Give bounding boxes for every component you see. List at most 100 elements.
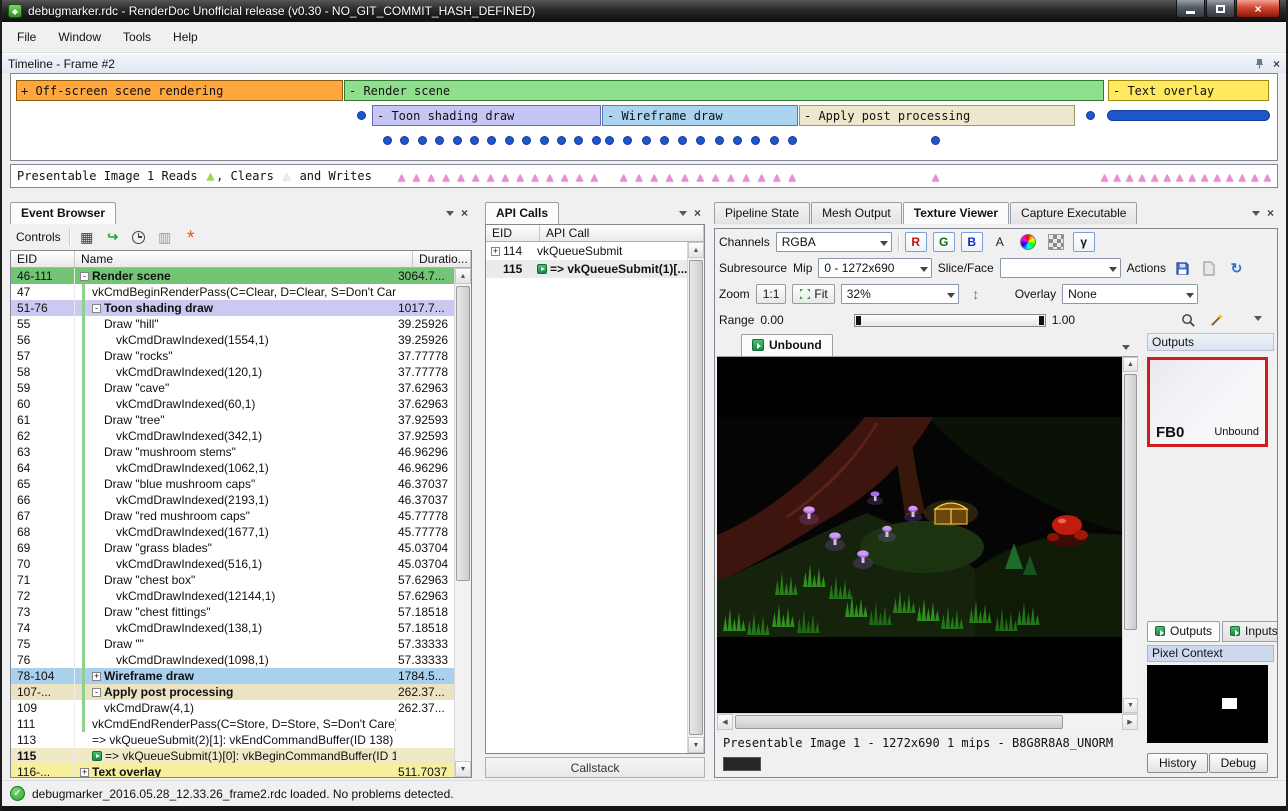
timeline-marker-block[interactable]: - Wireframe draw xyxy=(602,105,798,126)
texture-display[interactable]: ▲ ▼ xyxy=(717,357,1138,713)
menu-item[interactable]: Help xyxy=(162,25,209,49)
titlebar[interactable]: debugmarker.rdc - RenderDoc Unofficial r… xyxy=(2,0,1286,22)
event-row[interactable]: 78-104 + Wireframe draw 1784.5... xyxy=(11,668,454,684)
timeline-canvas[interactable]: + Off-screen scene rendering- Render sce… xyxy=(10,73,1278,161)
panel-tab[interactable]: Texture Viewer xyxy=(903,202,1009,224)
event-row[interactable]: 63 Draw "mushroom stems" 46.96296 xyxy=(11,444,454,460)
api-call-row[interactable]: 115 => vkQueueSubmit(1)[... xyxy=(486,260,687,278)
scroll-thumb[interactable] xyxy=(456,286,470,581)
event-row[interactable]: 66 vkCmdDrawIndexed(2193,1) 46.37037 xyxy=(11,492,454,508)
goto-eid-button[interactable]: ↪ xyxy=(104,228,122,246)
channel-red-button[interactable]: R xyxy=(905,232,927,252)
thumbnail-tab[interactable]: Outputs xyxy=(1147,621,1220,642)
event-row[interactable]: 75 Draw "" 57.33333 xyxy=(11,636,454,652)
draw-dot[interactable] xyxy=(1086,111,1095,120)
range-min-value[interactable]: 0.00 xyxy=(760,313,783,327)
scroll-thumb[interactable] xyxy=(735,715,1063,729)
tab-event-browser[interactable]: Event Browser xyxy=(10,202,116,224)
alpha-background-button[interactable] xyxy=(1045,232,1067,252)
range-max-value[interactable]: 1.00 xyxy=(1052,313,1075,327)
menu-item[interactable]: Tools xyxy=(112,25,162,49)
panel-close-icon[interactable]: × xyxy=(1267,206,1274,220)
write-triangles-overlay[interactable] xyxy=(1101,170,1271,184)
event-row[interactable]: 109 vkCmdDraw(4,1) 262.37... xyxy=(11,700,454,716)
draw-dot[interactable] xyxy=(357,111,366,120)
event-row[interactable]: 65 Draw "blue mushroom caps" 46.37037 xyxy=(11,476,454,492)
api-call-row[interactable]: + 114 vkQueueSubmit xyxy=(486,242,687,260)
range-black-handle[interactable] xyxy=(856,316,861,325)
event-browser-close-icon[interactable]: × xyxy=(461,206,468,220)
timeline-marker-block[interactable]: - Toon shading draw xyxy=(372,105,601,126)
dock-menu-icon[interactable] xyxy=(1252,211,1260,220)
expander-icon[interactable]: - xyxy=(80,272,89,281)
event-row[interactable]: 56 vkCmdDrawIndexed(1554,1) 39.25926 xyxy=(11,332,454,348)
zoom-level-combo[interactable]: 32% xyxy=(841,284,959,304)
history-button[interactable]: History xyxy=(1147,753,1208,773)
mip-combo[interactable]: 0 - 1272x690 xyxy=(818,258,931,278)
menu-item[interactable]: Window xyxy=(47,25,112,49)
channels-combo[interactable]: RGBA xyxy=(776,232,892,252)
timeline-marker-block[interactable]: + Off-screen scene rendering xyxy=(16,80,343,101)
event-row[interactable]: 73 Draw "chest fittings" 57.18518 xyxy=(11,604,454,620)
zoom-range-button[interactable] xyxy=(1177,310,1199,330)
callstack-section[interactable]: Callstack xyxy=(485,757,705,778)
event-browser-header[interactable]: EID Name Duratio... xyxy=(11,251,471,268)
gamma-button[interactable]: γ xyxy=(1073,232,1095,252)
event-row[interactable]: 71 Draw "chest box" 57.62963 xyxy=(11,572,454,588)
panel-tab[interactable]: Pipeline State xyxy=(714,202,810,224)
event-row[interactable]: 67 Draw "red mushroom caps" 45.77778 xyxy=(11,508,454,524)
toolbar-overflow-button[interactable] xyxy=(1247,310,1269,330)
event-row[interactable]: 74 vkCmdDrawIndexed(138,1) 57.18518 xyxy=(11,620,454,636)
event-row[interactable]: 59 Draw "cave" 37.62963 xyxy=(11,380,454,396)
event-row[interactable]: 68 vkCmdDrawIndexed(1677,1) 45.77778 xyxy=(11,524,454,540)
goto-resource-button[interactable] xyxy=(1199,258,1220,278)
thumbnail-tab[interactable]: Inputs xyxy=(1222,621,1278,642)
time-draws-button[interactable] xyxy=(130,228,148,246)
dock-menu-icon[interactable] xyxy=(679,211,687,220)
range-white-handle[interactable] xyxy=(1039,316,1044,325)
expander-icon[interactable]: - xyxy=(92,688,101,697)
channel-blue-button[interactable]: B xyxy=(961,232,983,252)
scroll-down-icon[interactable]: ▼ xyxy=(455,761,471,777)
channel-green-button[interactable]: G xyxy=(933,232,955,252)
event-row[interactable]: 46-111 - Render scene 3064.7... xyxy=(11,268,454,284)
expander-icon[interactable]: + xyxy=(92,672,101,681)
timeline-marker-block[interactable]: - Render scene xyxy=(344,80,1104,101)
api-calls-header[interactable]: EID API Call xyxy=(486,225,704,242)
open-new-window-button[interactable]: ↻ xyxy=(1226,258,1247,278)
flip-y-button[interactable]: ↕ xyxy=(965,284,987,304)
texture-tab-unbound[interactable]: Unbound xyxy=(741,334,833,356)
event-row[interactable]: 61 Draw "tree" 37.92593 xyxy=(11,412,454,428)
minimize-button[interactable] xyxy=(1176,0,1205,18)
panel-tab[interactable]: Mesh Output xyxy=(811,202,902,224)
channel-alpha-button[interactable]: A xyxy=(989,232,1011,252)
pin-icon[interactable] xyxy=(1254,58,1265,69)
expander-icon[interactable]: - xyxy=(92,304,101,313)
event-row[interactable]: 64 vkCmdDrawIndexed(1062,1) 46.96296 xyxy=(11,460,454,476)
merged-draws-bar[interactable] xyxy=(1107,110,1270,121)
bookmark-button[interactable]: * xyxy=(182,228,200,246)
menu-item[interactable]: File xyxy=(6,25,47,49)
event-row[interactable]: 72 vkCmdDrawIndexed(12144,1) 57.62963 xyxy=(11,588,454,604)
event-row[interactable]: 76 vkCmdDrawIndexed(1098,1) 57.33333 xyxy=(11,652,454,668)
timeline-marker-block[interactable]: - Apply post processing xyxy=(799,105,1075,126)
event-row[interactable]: 116-... + Text overlay 511.7037 xyxy=(11,764,454,777)
event-row[interactable]: 69 Draw "grass blades" 45.03704 xyxy=(11,540,454,556)
scroll-down-icon[interactable]: ▼ xyxy=(688,737,704,753)
api-calls-scrollbar[interactable]: ▲ ▼ xyxy=(687,242,704,753)
api-calls-close-icon[interactable]: × xyxy=(694,206,701,220)
timeline-marker-block[interactable]: - Text overlay xyxy=(1108,80,1269,101)
event-row[interactable]: 55 Draw "hill" 39.25926 xyxy=(11,316,454,332)
timeline-close-icon[interactable]: × xyxy=(1273,57,1280,71)
close-button[interactable]: × xyxy=(1236,0,1280,18)
dock-menu-icon[interactable] xyxy=(446,211,454,220)
scroll-thumb[interactable] xyxy=(689,260,703,735)
scroll-up-icon[interactable]: ▲ xyxy=(688,242,704,258)
write-triangles-wireframe[interactable] xyxy=(620,170,796,184)
tab-api-calls[interactable]: API Calls xyxy=(485,202,559,224)
wireframe-draw-dots[interactable] xyxy=(605,134,797,146)
fb0-thumbnail[interactable]: FB0 Unbound xyxy=(1147,357,1268,447)
custom-shader-button[interactable] xyxy=(1017,232,1039,252)
event-browser-scrollbar[interactable]: ▲ ▼ xyxy=(454,268,471,777)
scroll-up-icon[interactable]: ▲ xyxy=(455,268,471,284)
